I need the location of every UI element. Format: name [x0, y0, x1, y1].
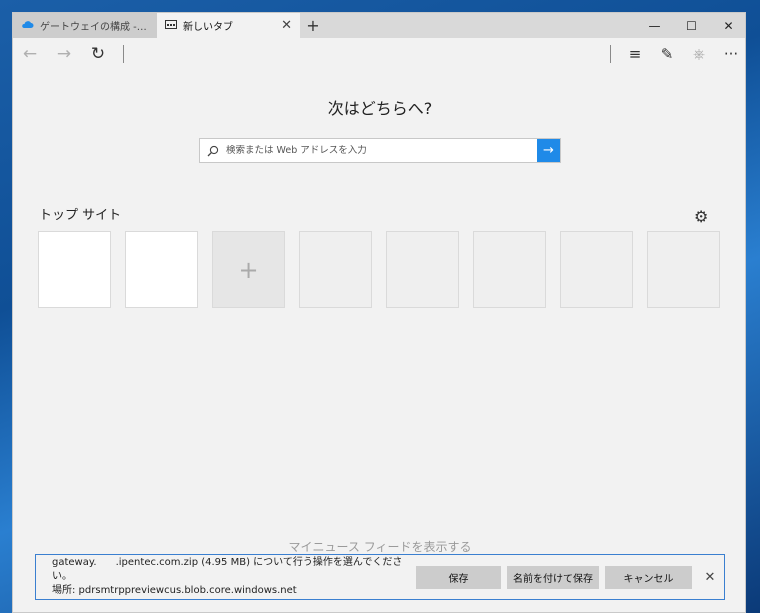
tab-bar: ゲートウェイの構成 - Microsoft 新しいタブ ✕ + — ☐ ✕: [13, 13, 745, 38]
add-site-tile[interactable]: +: [212, 231, 285, 308]
top-sites-grid: +: [38, 231, 720, 308]
back-button[interactable]: ←: [13, 38, 47, 70]
download-message: gateway. .ipentec.com.zip (4.95 MB) について…: [52, 556, 410, 598]
empty-site-tile: [473, 231, 546, 308]
refresh-button[interactable]: ↻: [81, 38, 115, 70]
hub-icon[interactable]: ≡: [619, 38, 651, 70]
browser-window: ゲートウェイの構成 - Microsoft 新しいタブ ✕ + — ☐ ✕ ← …: [12, 12, 746, 613]
tab-label: 新しいタブ: [183, 22, 233, 33]
empty-site-tile: [386, 231, 459, 308]
tab-new-tab[interactable]: 新しいタブ ✕: [157, 13, 300, 38]
page-title: 次はどちらへ?: [327, 99, 433, 118]
search-input[interactable]: [226, 145, 537, 156]
minimize-button[interactable]: —: [636, 13, 673, 38]
share-icon[interactable]: ⎈: [683, 38, 715, 70]
top-site-tile[interactable]: [125, 231, 198, 308]
maximize-button[interactable]: ☐: [673, 13, 710, 38]
tab-gateway-config[interactable]: ゲートウェイの構成 - Microsoft: [13, 13, 157, 38]
save-as-button[interactable]: 名前を付けて保存: [507, 565, 599, 589]
navigation-toolbar: ← → ↻ ≡ ✎ ⎈ ···: [13, 38, 745, 70]
download-notification-bar: gateway. .ipentec.com.zip (4.95 MB) について…: [35, 554, 725, 600]
forward-button[interactable]: →: [47, 38, 81, 70]
search-box: →: [199, 138, 561, 163]
toolbar-divider: [610, 45, 611, 63]
search-icon: [200, 145, 226, 157]
gear-icon[interactable]: ⚙: [694, 207, 708, 226]
empty-site-tile: [647, 231, 720, 308]
cancel-button[interactable]: キャンセル: [605, 565, 692, 589]
cloud-icon: [21, 20, 34, 32]
close-tab-icon[interactable]: ✕: [281, 18, 292, 33]
more-icon[interactable]: ···: [715, 38, 745, 70]
download-location-line: 場所: pdrsmtrppreviewcus.blob.core.windows…: [52, 585, 297, 596]
save-button[interactable]: 保存: [416, 565, 501, 589]
close-window-button[interactable]: ✕: [710, 13, 745, 38]
toolbar-divider: [123, 45, 124, 63]
download-file-line: gateway. .ipentec.com.zip (4.95 MB) について…: [52, 557, 403, 582]
tab-label: ゲートウェイの構成 - Microsoft: [40, 22, 149, 33]
empty-site-tile: [560, 231, 633, 308]
web-note-icon[interactable]: ✎: [651, 38, 683, 70]
newtab-page-icon: [165, 19, 177, 32]
toolbar-right: ≡ ✎ ⎈ ···: [602, 38, 745, 70]
news-feed-link[interactable]: マイニュース フィードを表示する: [13, 538, 745, 555]
close-icon[interactable]: ✕: [696, 570, 724, 585]
window-controls: — ☐ ✕: [636, 13, 745, 38]
new-tab-button[interactable]: +: [300, 13, 326, 38]
search-go-button[interactable]: →: [537, 139, 560, 162]
top-sites-title: トップ サイト: [39, 208, 122, 223]
top-site-tile[interactable]: [38, 231, 111, 308]
empty-site-tile: [299, 231, 372, 308]
